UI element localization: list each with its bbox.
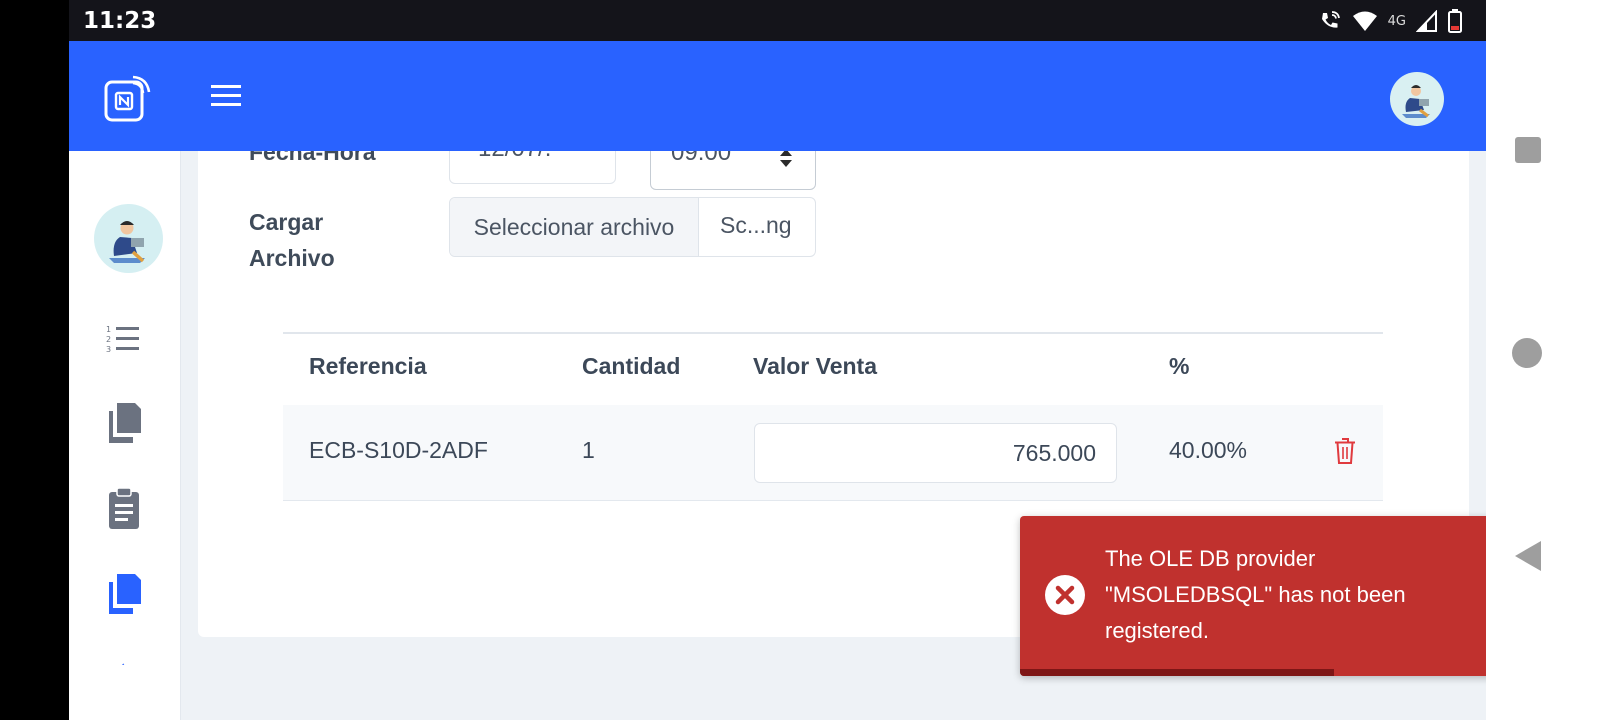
header-porcentaje: % (1169, 353, 1190, 379)
sidebar-item-clipboard-icon[interactable] (105, 487, 143, 531)
status-bar: 11:23 4G (69, 0, 1486, 41)
cell-referencia: ECB-S10D-2ADF (309, 437, 488, 463)
table-top-border (283, 332, 1383, 334)
sidebar-profile-avatar[interactable] (94, 204, 163, 273)
sidebar-item-document-active-icon[interactable] (105, 572, 143, 616)
header-referencia: Referencia (309, 353, 427, 379)
recents-button-icon[interactable] (1514, 136, 1542, 164)
table-row: ECB-S10D-2ADF 1 765.000 40.00% (283, 405, 1383, 501)
valor-venta-input[interactable]: 765.000 (754, 423, 1117, 483)
android-nav-bar (1486, 0, 1600, 720)
trash-icon[interactable] (1334, 438, 1356, 464)
user-avatar[interactable] (1390, 72, 1444, 126)
header-valor-venta: Valor Venta (753, 353, 878, 379)
svg-text:3: 3 (106, 345, 111, 354)
top-bar (69, 41, 1486, 151)
status-time: 11:23 (83, 8, 157, 34)
choose-file-label: Seleccionar archivo (473, 214, 675, 240)
battery-icon (1448, 9, 1462, 33)
header-cantidad: Cantidad (582, 353, 681, 379)
home-button-icon[interactable] (1512, 338, 1542, 368)
profile-illustration (109, 221, 145, 263)
app-window: 11:23 4G Fecha-Hora 12 (69, 0, 1486, 720)
svg-text:2: 2 (106, 335, 111, 344)
status-icons: 4G (1318, 9, 1462, 33)
file-input[interactable]: Seleccionar archivo Sc...ng (449, 197, 816, 257)
file-name: Sc...ng (720, 212, 792, 238)
back-button-icon[interactable] (1514, 540, 1542, 572)
error-circle-icon (1045, 575, 1085, 615)
cargar-archivo-label-line1: Cargar (249, 209, 324, 235)
toast-message: The OLE DB provider "MSOLEDBSQL" has not… (1105, 546, 1406, 643)
sidebar-item-copy-document-icon[interactable] (105, 401, 143, 445)
sidebar: 1 2 3 (69, 151, 181, 720)
error-toast: The OLE DB provider "MSOLEDBSQL" has not… (1020, 516, 1486, 676)
cell-cantidad: 1 (582, 437, 595, 463)
signal-icon (1416, 10, 1437, 32)
wifi-call-icon (1321, 11, 1340, 28)
menu-icon[interactable] (209, 81, 243, 111)
network-type: 4G (1387, 13, 1406, 29)
choose-file-button[interactable]: Seleccionar archivo (450, 198, 699, 256)
nfc-logo-icon[interactable] (103, 75, 151, 123)
cell-porcentaje: 40.00% (1169, 437, 1248, 463)
wifi-icon (1352, 11, 1377, 31)
sidebar-item-partial-icon[interactable] (105, 663, 143, 673)
cargar-archivo-label-line2: Archivo (249, 245, 335, 271)
sidebar-item-list-ordered-icon[interactable]: 1 2 3 (105, 319, 143, 363)
toast-progress-bar (1020, 669, 1334, 676)
user-avatar-illustration (1402, 85, 1430, 118)
svg-text:1: 1 (106, 325, 111, 334)
